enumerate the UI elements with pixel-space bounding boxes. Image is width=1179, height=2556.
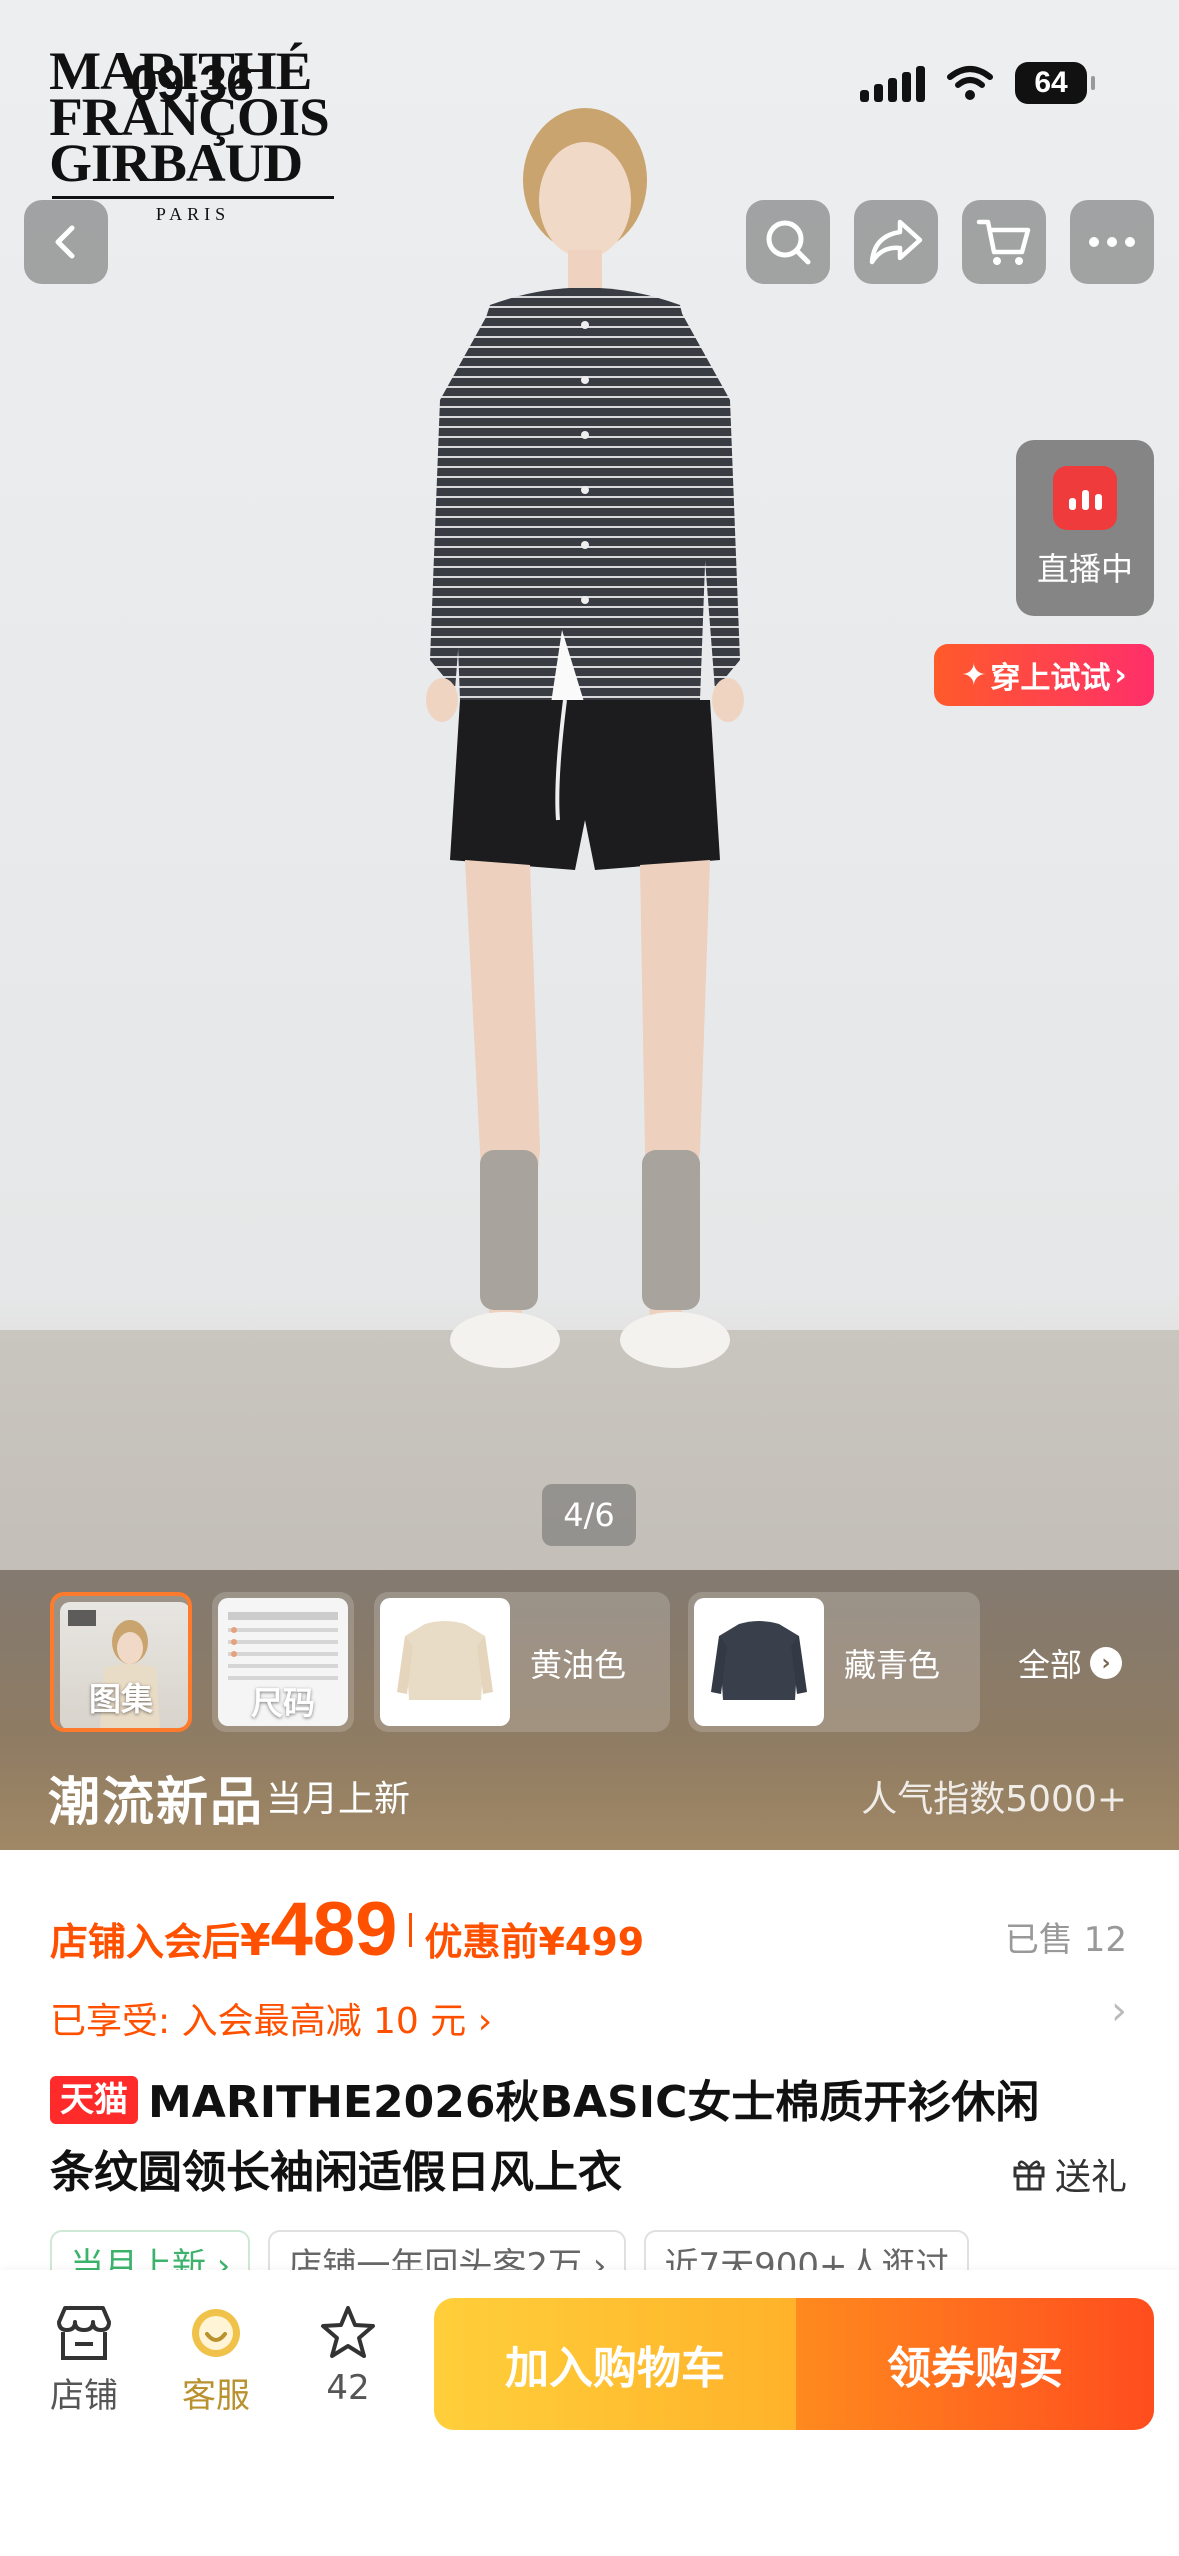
chevron-right-icon: › bbox=[1114, 657, 1127, 693]
price-row: 店铺入会后 ¥ 489 优惠前¥499 bbox=[50, 1886, 644, 1973]
trend-subtitle: 当月上新 bbox=[266, 1779, 411, 1820]
cart-button[interactable] bbox=[962, 200, 1046, 284]
gallery-page-indicator: 4/6 bbox=[542, 1484, 636, 1546]
search-icon bbox=[766, 220, 811, 265]
color-name: 藏青色 bbox=[844, 1646, 941, 1684]
live-stream-button[interactable]: 直播中 bbox=[1016, 440, 1154, 616]
status-time: 09:36 bbox=[130, 55, 254, 111]
thumb-gallery-label: 图集 bbox=[88, 1680, 153, 1718]
all-options-button[interactable]: 全部 › bbox=[1018, 1640, 1123, 1686]
back-button[interactable] bbox=[24, 200, 108, 284]
share-icon bbox=[869, 219, 923, 265]
store-icon bbox=[57, 2306, 111, 2360]
favorite-count: 42 bbox=[326, 2368, 370, 2408]
customer-service-icon bbox=[192, 2309, 240, 2357]
all-options-label: 全部 bbox=[1018, 1646, 1083, 1684]
tag-chip[interactable]: 近7天900+人逛过 bbox=[644, 2230, 970, 2270]
tag-chip[interactable]: 当月上新 › bbox=[50, 2230, 251, 2270]
status-icons: 64 bbox=[860, 62, 1095, 104]
try-on-label: 穿上试试 bbox=[990, 661, 1111, 696]
gift-icon bbox=[1013, 2160, 1045, 2191]
buy-with-coupon-button[interactable]: 领券购买 bbox=[796, 2298, 1154, 2430]
battery-icon: 64 bbox=[1015, 62, 1095, 104]
price-label: 店铺入会后 bbox=[50, 1920, 241, 1964]
tag-chips: 当月上新 › 店铺一年回头客2万 › 近7天900+人逛过 bbox=[50, 2230, 1130, 2270]
sparkle-icon: ✦ bbox=[961, 657, 987, 693]
brand-rule bbox=[52, 196, 334, 199]
chevron-left-icon bbox=[55, 225, 75, 259]
thumbnail-strip: 图集 尺码 黄油色 藏青色 全部 › 潮流新品 当月上新 人气指数5000+ bbox=[0, 1570, 1179, 1850]
color-swatch-image bbox=[380, 1598, 510, 1726]
share-button[interactable] bbox=[854, 200, 938, 284]
signal-icon bbox=[860, 64, 925, 102]
promo-link[interactable]: 已享受: 入会最高减 10 元 › bbox=[50, 1992, 492, 2044]
trend-title: 潮流新品 bbox=[48, 1773, 265, 1833]
product-hero-image[interactable]: MARITHÉ FRANÇOIS GIRBAUD PARIS 09:36 64 bbox=[0, 0, 1179, 1850]
popularity-index: 人气指数5000+ bbox=[861, 1779, 1127, 1820]
more-button[interactable] bbox=[1070, 200, 1154, 284]
price-value: 489 bbox=[270, 1887, 398, 1972]
star-icon bbox=[321, 2306, 375, 2358]
live-label: 直播中 bbox=[1036, 550, 1133, 588]
customer-service-label: 客服 bbox=[182, 2376, 250, 2416]
more-icon bbox=[1089, 237, 1135, 247]
price-before-discount: 优惠前¥499 bbox=[424, 1920, 645, 1964]
search-button[interactable] bbox=[746, 200, 830, 284]
cart-icon bbox=[976, 219, 1031, 265]
color-option-navy[interactable]: 藏青色 bbox=[688, 1592, 980, 1732]
color-option-butter[interactable]: 黄油色 bbox=[374, 1592, 670, 1732]
tag-chip[interactable]: 店铺一年回头客2万 › bbox=[268, 2230, 627, 2270]
try-on-button[interactable]: ✦ 穿上试试 › bbox=[934, 644, 1154, 706]
price-currency: ¥ bbox=[240, 1915, 271, 1966]
gift-label: 送礼 bbox=[1054, 2157, 1127, 2198]
live-icon bbox=[1053, 466, 1117, 530]
gift-button[interactable]: 送礼 bbox=[1011, 2148, 1127, 2200]
product-info-panel: 店铺入会后 ¥ 489 优惠前¥499 已售 12 已享受: 入会最高减 10 … bbox=[0, 1850, 1179, 2270]
store-tab[interactable]: 店铺 bbox=[34, 2304, 134, 2417]
wifi-icon bbox=[947, 66, 993, 100]
bottom-action-bar: 店铺 客服 42 加入购物车 领券购买 bbox=[0, 2270, 1179, 2556]
sold-count: 已售 12 bbox=[1004, 1920, 1127, 1960]
product-title: 天猫 MARITHE2026秋BASIC女士棉质开衫休闲条纹圆领长袖闲适假日风上衣 bbox=[50, 2068, 1060, 2208]
thumb-size-chart[interactable]: 尺码 bbox=[212, 1592, 354, 1732]
color-name: 黄油色 bbox=[530, 1646, 627, 1684]
chevron-right-icon[interactable]: › bbox=[1111, 1988, 1127, 2034]
price-divider bbox=[409, 1912, 413, 1947]
brand-line: GIRBAUD bbox=[49, 133, 303, 193]
thumb-gallery[interactable]: 图集 bbox=[50, 1592, 192, 1732]
add-to-cart-button[interactable]: 加入购物车 bbox=[434, 2298, 796, 2430]
tmall-badge: 天猫 bbox=[50, 2076, 138, 2124]
customer-service-tab[interactable]: 客服 bbox=[166, 2304, 266, 2417]
favorite-tab[interactable]: 42 bbox=[298, 2304, 398, 2408]
color-swatch-image bbox=[694, 1598, 824, 1726]
thumb-size-label: 尺码 bbox=[250, 1684, 315, 1722]
store-label: 店铺 bbox=[50, 2376, 118, 2416]
model-photo bbox=[426, 108, 744, 1368]
chevron-right-icon: › bbox=[1090, 1647, 1123, 1679]
product-title-text: MARITHE2026秋BASIC女士棉质开衫休闲条纹圆领长袖闲适假日风上衣 bbox=[50, 2077, 1040, 2198]
